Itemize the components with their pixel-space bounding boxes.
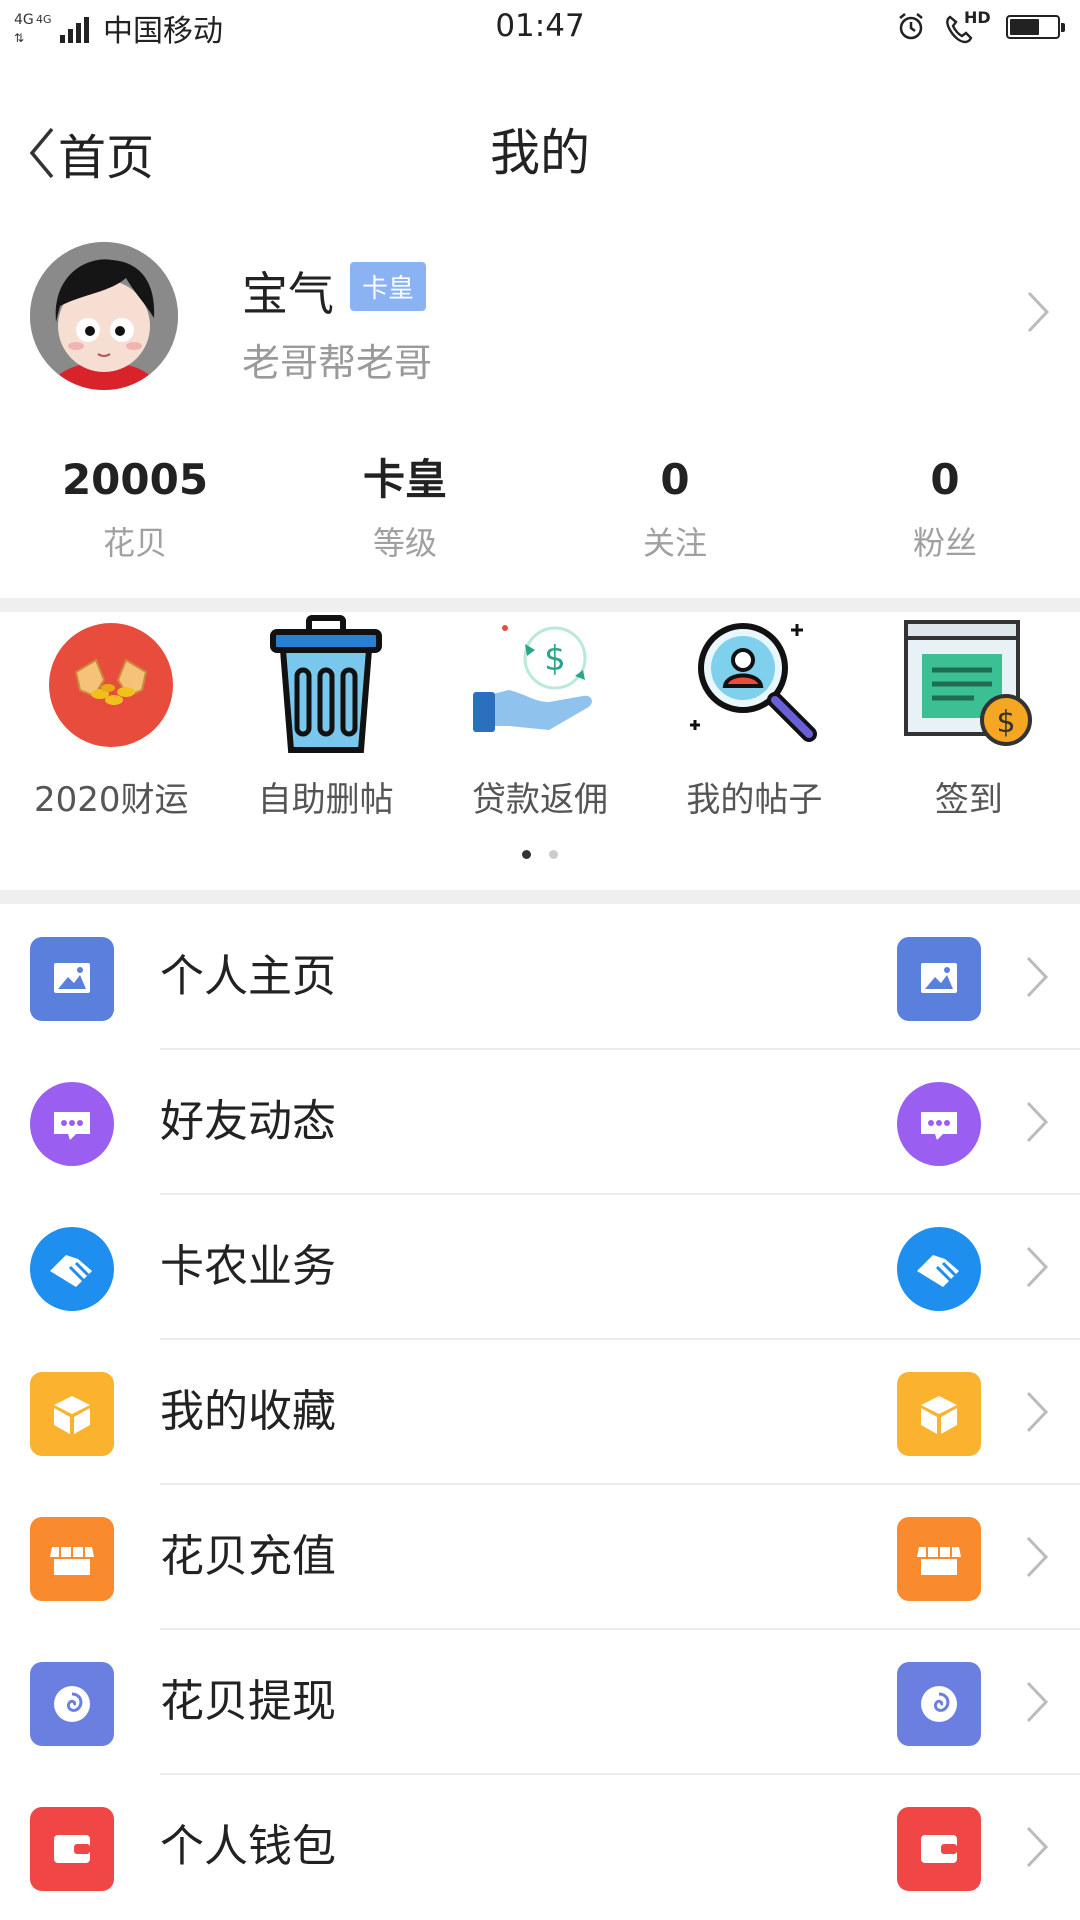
hd-call-icon: HD: [944, 8, 991, 44]
menu-list: 个人主页 好友动态 卡农业务 我的收藏 花贝充值 花贝提现 个人钱包: [0, 905, 1080, 1920]
fortune-icon: [49, 623, 174, 747]
menu-item-friend-feed[interactable]: 好友动态: [0, 1050, 1080, 1195]
loan-rebate-icon: $: [473, 625, 592, 732]
trash-icon: [269, 615, 382, 753]
box-icon: [30, 1372, 114, 1456]
handshake-icon: [30, 1227, 114, 1311]
chat-icon: [30, 1082, 114, 1166]
checkin-icon: $: [903, 620, 1032, 746]
svg-text:$: $: [544, 639, 566, 679]
stat-value: 卡皇: [362, 455, 447, 504]
stat-label: 花贝: [102, 524, 167, 562]
chevron-right-icon: [1026, 1826, 1049, 1868]
shortcut-label: 2020财运: [33, 780, 189, 820]
menu-item-kanong-business[interactable]: 卡农业务: [0, 1195, 1080, 1340]
handshake-icon: [897, 1227, 981, 1311]
stat-following[interactable]: 0 关注: [540, 450, 810, 590]
profile-name: 宝气: [242, 267, 334, 321]
menu-item-homepage[interactable]: 个人主页: [0, 905, 1080, 1050]
menu-label: 花贝充值: [160, 1531, 336, 1582]
menu-item-huabei-recharge[interactable]: 花贝充值: [0, 1485, 1080, 1630]
shop-icon: [897, 1517, 981, 1601]
wallet-icon: [897, 1807, 981, 1891]
chevron-right-icon: [1026, 956, 1049, 998]
chat-icon: [897, 1082, 981, 1166]
stat-label: 关注: [642, 524, 707, 562]
page-dot-active[interactable]: [522, 850, 531, 859]
avatar-image: [30, 242, 178, 390]
image-icon: [30, 937, 114, 1021]
stats-row: 20005 花贝 卡皇 等级 0 关注 0 粉丝: [0, 450, 1080, 590]
chevron-right-icon: [1026, 1101, 1049, 1143]
battery-level: [1010, 19, 1039, 35]
chevron-right-icon: [1026, 1246, 1049, 1288]
shortcut-fortune[interactable]: 2020财运: [4, 610, 218, 830]
image-icon: [897, 937, 981, 1021]
battery-icon: [1006, 15, 1065, 39]
section-divider: [0, 890, 1080, 904]
hd-label: HD: [964, 8, 991, 27]
status-right: HD: [896, 8, 1065, 44]
shortcut-checkin[interactable]: $ 签到: [862, 610, 1076, 830]
stat-level[interactable]: 卡皇 等级: [270, 450, 540, 590]
level-badge: 卡皇: [350, 262, 427, 311]
stat-value: 0: [660, 455, 690, 504]
shortcut-grid: 2020财运 自助删帖 $ 贷款返佣 我的帖子 $ 签到: [0, 610, 1080, 830]
alarm-icon: [899, 13, 923, 40]
wallet-icon: [30, 1807, 114, 1891]
profile-card[interactable]: 宝气 卡皇 老哥帮老哥: [0, 240, 1080, 400]
page-title: 我的: [490, 124, 590, 182]
stat-value: 20005: [61, 455, 209, 504]
menu-label: 个人钱包: [160, 1821, 336, 1872]
shop-icon: [30, 1517, 114, 1601]
spiral-icon: [897, 1662, 981, 1746]
spiral-icon: [30, 1662, 114, 1746]
shortcut-delete-post[interactable]: 自助删帖: [218, 610, 432, 830]
top-nav: 首页 我的: [0, 58, 1080, 233]
page-indicator: [0, 850, 1080, 859]
menu-item-wallet[interactable]: 个人钱包: [0, 1775, 1080, 1920]
page-dot[interactable]: [549, 850, 558, 859]
menu-item-favorites[interactable]: 我的收藏: [0, 1340, 1080, 1485]
menu-label: 我的收藏: [160, 1386, 336, 1437]
profile-subtitle: 老哥帮老哥: [242, 341, 433, 385]
status-bar: 4G 4G ⇅ 中国移动 01:47 HD: [0, 0, 1080, 58]
shortcut-loan-rebate[interactable]: $ 贷款返佣: [433, 610, 647, 830]
menu-item-huabei-withdraw[interactable]: 花贝提现: [0, 1630, 1080, 1775]
chevron-right-icon: [1027, 291, 1050, 333]
avatar[interactable]: [30, 242, 178, 390]
stat-huabei[interactable]: 20005 花贝: [0, 450, 270, 590]
shortcut-label: 我的帖子: [686, 780, 823, 820]
menu-label: 花贝提现: [160, 1676, 336, 1727]
stat-value: 0: [930, 455, 960, 504]
svg-text:$: $: [996, 705, 1015, 740]
stat-fans[interactable]: 0 粉丝: [810, 450, 1080, 590]
shortcut-my-posts[interactable]: 我的帖子: [647, 610, 861, 830]
stat-label: 等级: [372, 524, 437, 562]
shortcut-label: 自助删帖: [257, 780, 394, 820]
chevron-right-icon: [1026, 1391, 1049, 1433]
menu-label: 卡农业务: [160, 1241, 336, 1292]
box-icon: [897, 1372, 981, 1456]
chevron-right-icon: [1026, 1681, 1049, 1723]
menu-label: 好友动态: [160, 1096, 336, 1147]
menu-label: 个人主页: [160, 951, 336, 1002]
shortcut-label: 贷款返佣: [472, 780, 609, 820]
stat-label: 粉丝: [912, 524, 977, 562]
my-posts-icon: [690, 623, 818, 742]
shortcut-label: 签到: [934, 780, 1003, 820]
chevron-right-icon: [1026, 1536, 1049, 1578]
